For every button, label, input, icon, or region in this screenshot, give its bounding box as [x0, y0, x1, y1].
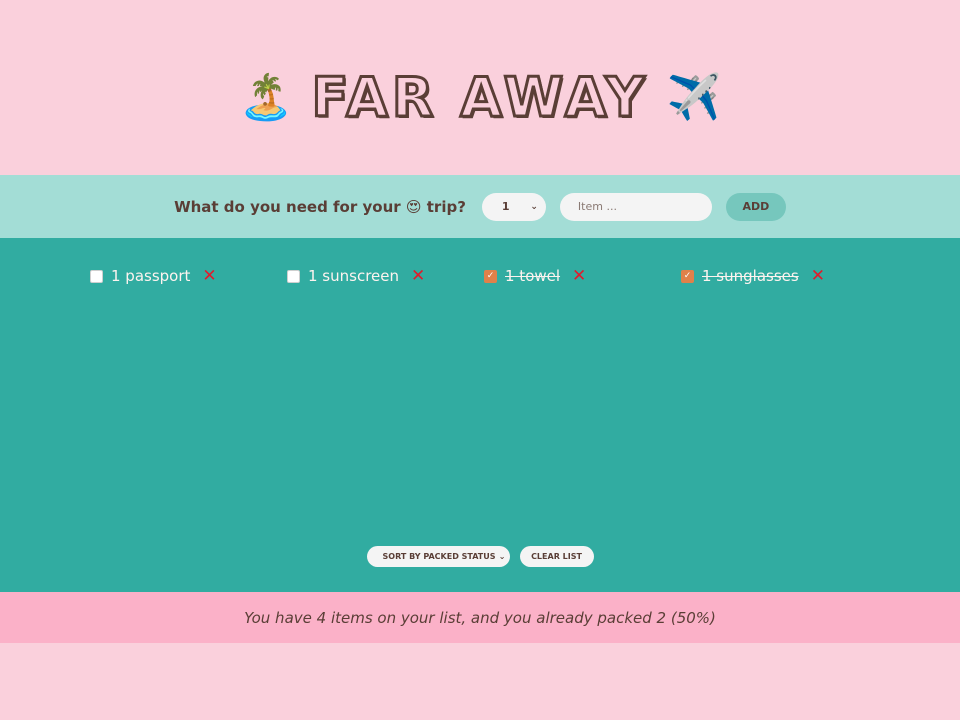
close-icon[interactable]: ✕: [411, 267, 425, 285]
item-label: 1 sunglasses: [702, 267, 799, 285]
stats-footer: You have 4 items on your list, and you a…: [0, 592, 960, 643]
quantity-value: 1: [501, 200, 510, 213]
item-label: 1 towel: [505, 267, 561, 285]
quantity-select[interactable]: 1 ⌄: [481, 192, 546, 221]
page-background: [0, 643, 960, 720]
logo: 🏝️ FAR AWAY ✈️: [238, 65, 722, 131]
island-icon: 🏝️: [238, 71, 294, 123]
list-actions: SORT BY PACKED STATUS ⌄ CLEAR LIST: [0, 546, 960, 567]
form-question: What do you need for your 😍 trip?: [174, 198, 466, 216]
list-item: ✓ 1 sunglasses ✕: [681, 266, 878, 286]
airplane-icon: ✈️: [666, 71, 722, 123]
packed-checkbox[interactable]: ✓: [484, 269, 497, 283]
chevron-down-icon: ⌄: [530, 201, 538, 212]
header: 🏝️ FAR AWAY ✈️: [0, 0, 960, 175]
list-item: 1 passport ✕: [90, 266, 287, 286]
item-label: 1 passport: [111, 267, 191, 285]
heart-eyes-icon: 😍: [405, 197, 422, 216]
add-item-form: What do you need for your 😍 trip? 1 ⌄ AD…: [0, 175, 960, 238]
stats-message: You have 4 items on your list, and you a…: [244, 608, 716, 627]
question-prefix: What do you need for your: [174, 197, 401, 216]
item-input[interactable]: [559, 192, 712, 221]
list-item: ✓ 1 towel ✕: [484, 266, 681, 286]
packing-list: 1 passport ✕ 1 sunscreen ✕ ✓ 1 towel ✕ ✓…: [0, 238, 960, 592]
sort-value: SORT BY PACKED STATUS: [382, 552, 496, 561]
item-list: 1 passport ✕ 1 sunscreen ✕ ✓ 1 towel ✕ ✓…: [90, 266, 878, 286]
clear-list-button[interactable]: CLEAR LIST: [519, 546, 594, 567]
add-button[interactable]: ADD: [725, 192, 786, 221]
packed-checkbox[interactable]: ✓: [681, 269, 694, 283]
packed-checkbox[interactable]: [90, 269, 103, 283]
close-icon[interactable]: ✕: [202, 267, 216, 285]
close-icon[interactable]: ✕: [811, 267, 825, 285]
item-label: 1 sunscreen: [308, 267, 400, 285]
question-suffix: trip?: [426, 197, 466, 216]
packed-checkbox[interactable]: [287, 269, 300, 283]
page-title: FAR AWAY: [310, 65, 649, 131]
sort-select[interactable]: SORT BY PACKED STATUS ⌄: [366, 546, 510, 567]
chevron-down-icon: ⌄: [498, 552, 506, 561]
close-icon[interactable]: ✕: [572, 267, 586, 285]
list-item: 1 sunscreen ✕: [287, 266, 484, 286]
app: 🏝️ FAR AWAY ✈️ What do you need for your…: [0, 0, 960, 720]
